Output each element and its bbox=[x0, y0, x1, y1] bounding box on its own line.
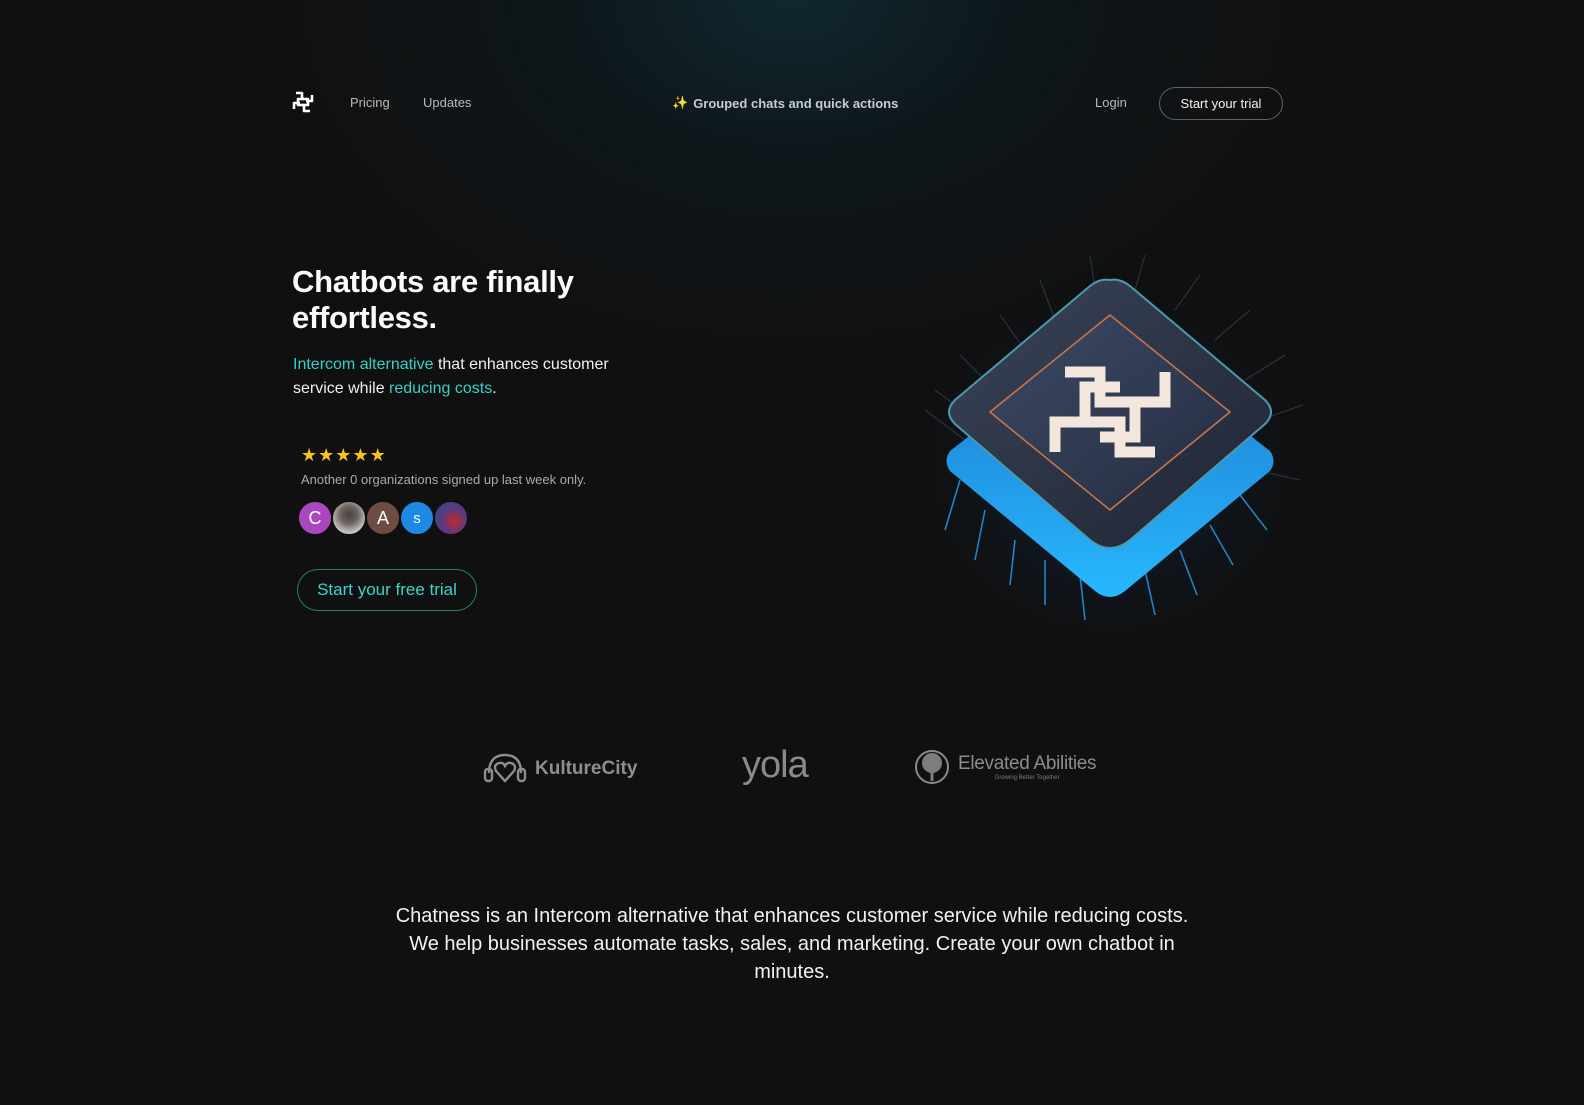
sparkle-icon: ✨ bbox=[672, 95, 689, 110]
avatar-group: C A s bbox=[297, 500, 469, 536]
subtitle-text-2: . bbox=[492, 380, 497, 397]
tree-icon bbox=[915, 750, 949, 784]
announcement-link[interactable]: ✨ Grouped chats and quick actions bbox=[672, 95, 898, 111]
rating-stars: ★ ★ ★ ★ ★ bbox=[301, 446, 386, 464]
star-icon: ★ bbox=[369, 445, 386, 465]
avatar: s bbox=[399, 500, 435, 536]
avatar bbox=[433, 500, 469, 536]
headphones-heart-icon bbox=[483, 753, 527, 783]
star-icon: ★ bbox=[301, 445, 318, 465]
top-nav: Pricing Updates ✨ Grouped chats and quic… bbox=[0, 86, 1584, 122]
hero-subtitle: Intercom alternative that enhances custo… bbox=[293, 353, 653, 401]
start-trial-button[interactable]: Start your trial bbox=[1159, 87, 1283, 120]
customer-logos: KultureCity yola Elevated Abilities Grow… bbox=[0, 745, 1584, 795]
star-icon: ★ bbox=[335, 445, 352, 465]
announcement-text: Grouped chats and quick actions bbox=[693, 95, 899, 111]
star-icon: ★ bbox=[318, 445, 335, 465]
about-text: Chatness is an Intercom alternative that… bbox=[395, 905, 1189, 983]
login-link[interactable]: Login bbox=[1095, 95, 1127, 110]
top-glow bbox=[0, 0, 1584, 520]
chatness-logo[interactable] bbox=[292, 91, 314, 113]
customer-name: yola bbox=[742, 744, 809, 786]
nav-updates-link[interactable]: Updates bbox=[423, 95, 471, 110]
avatar bbox=[331, 500, 367, 536]
customer-logo-elevated-abilities: Elevated Abilities Growing Better Togeth… bbox=[914, 749, 1097, 785]
nav-pricing-link[interactable]: Pricing bbox=[350, 95, 390, 110]
start-free-trial-button[interactable]: Start your free trial bbox=[297, 569, 477, 611]
hero-title: Chatbots are finally effortless. bbox=[292, 264, 574, 335]
customer-logo-yola: yola bbox=[742, 744, 809, 786]
intercom-alternative-link[interactable]: Intercom alternative bbox=[293, 356, 434, 373]
chip-logo-illustration bbox=[905, 254, 1315, 640]
avatar: A bbox=[365, 500, 401, 536]
customer-tagline: Growing Better Together bbox=[994, 775, 1060, 781]
reducing-costs-link[interactable]: reducing costs bbox=[389, 380, 492, 397]
signup-note: Another 0 organizations signed up last w… bbox=[301, 472, 587, 487]
customer-name: Elevated Abilities bbox=[958, 753, 1097, 774]
star-icon: ★ bbox=[352, 445, 369, 465]
customer-name: KultureCity bbox=[535, 758, 638, 779]
customer-logo-kulturecity: KultureCity bbox=[483, 751, 637, 787]
logo-icon bbox=[292, 91, 314, 113]
avatar: C bbox=[297, 500, 333, 536]
